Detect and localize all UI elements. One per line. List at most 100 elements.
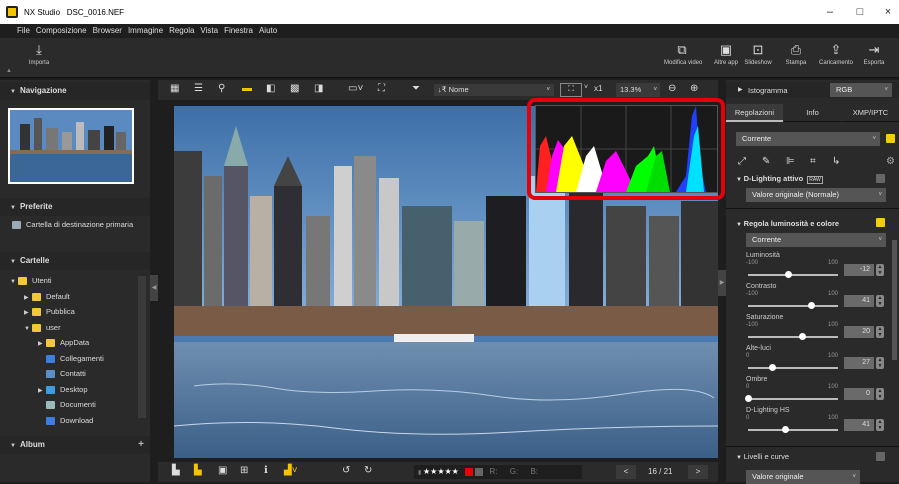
brightness-checkbox[interactable] [876,218,885,227]
filter-icon[interactable]: ⏷ [412,83,420,94]
expand-icon[interactable]: ▶ [38,340,46,347]
slider-handle[interactable] [784,271,792,278]
dlighting-select[interactable]: Valore originale (Normale) ˅ [746,188,886,202]
map-view-icon[interactable]: ⚲ [218,83,225,94]
dlighting-checkbox[interactable] [876,174,885,183]
album-header[interactable]: ▼ Album + [0,436,150,454]
expand-icon[interactable]: ▶ [24,309,32,316]
folder-item-documenti[interactable]: Documenti [38,400,96,410]
slider-track[interactable] [748,429,838,431]
menu-item-composizione[interactable]: Composizione [33,24,90,38]
right-panel-scrollbar[interactable] [892,240,897,360]
fullscreen-icon[interactable]: ⛶ [378,83,385,94]
import-button[interactable]: ⤓ Importa [24,42,54,66]
menu-item-aiuto[interactable]: Aiuto [256,24,280,38]
retouch-brush-icon[interactable]: ✎ [762,156,770,167]
zoom-out-icon[interactable]: ⊖ [668,83,676,94]
fit-dropdown-icon[interactable]: ˅ [584,84,588,91]
slider-spinner[interactable]: ▲ ▼ [876,326,884,338]
close-icon[interactable]: × [880,6,896,18]
histogram-icon[interactable]: ▟˅ [284,465,298,476]
folder-item-contatti[interactable]: Contatti [38,369,86,379]
edit-video-button[interactable]: ⧉ Modifica video [664,42,702,66]
menu-item-immagine[interactable]: Immagine [125,24,166,38]
slider-track[interactable] [748,367,838,369]
folder-item-user[interactable]: ▼ user [24,323,61,332]
slider-value-input[interactable]: 41 [844,419,874,431]
folder-item-utenti[interactable]: ▼ Utenti [10,276,52,286]
before-icon[interactable]: ▙ [172,465,180,476]
navigation-thumbnail[interactable] [8,108,134,184]
previous-image-button[interactable]: < [616,465,636,479]
navigation-header[interactable]: ▼ Navigazione [0,82,150,100]
slider-handle[interactable] [745,395,752,402]
after-icon[interactable]: ▙ [194,465,202,476]
brightness-header[interactable]: ▼ Regola luminosità e colore [736,219,839,228]
folders-header[interactable]: ▼ Cartelle [0,252,150,270]
upload-button[interactable]: ⇪ Caricamento [818,42,854,66]
menu-item-browser[interactable]: Browser [90,24,125,38]
right-panel-toggle[interactable]: ▶ [718,270,726,296]
maximize-icon[interactable]: □ [852,6,868,18]
folder-item-default[interactable]: ▶ Default [24,292,70,301]
fit-screen-icon[interactable]: ⛶ [560,83,582,97]
folder-item-collegamenti[interactable]: Collegamenti [38,354,104,363]
favorites-header[interactable]: ▼ Preferite [0,198,150,216]
single-view-icon[interactable]: ▬ [242,83,252,94]
info-overlay-icon[interactable]: ▣ [218,465,227,476]
folder-item-pubblica[interactable]: ▶ Pubblica [24,307,75,317]
menu-item-finestra[interactable]: Finestra [221,24,256,38]
menu-item-vista[interactable]: Vista [197,24,221,38]
slideshow-button[interactable]: ⊡ Slideshow [740,42,776,66]
four-view-icon[interactable]: ▩ [290,83,299,94]
other-apps-button[interactable]: ▣ Altre app [708,42,744,66]
compare-view-icon[interactable]: ◧ [266,83,275,94]
slider-track[interactable] [748,398,838,400]
adjust-preset-select[interactable]: Corrente ˅ [736,132,880,146]
brightness-preset-select[interactable]: Corrente ˅ [746,233,886,247]
grid-overlay-icon[interactable]: ⊞ [240,465,248,476]
zoom-in-icon[interactable]: ⊕ [690,83,698,94]
zoom-select[interactable]: 13.3% ˅ [616,83,660,97]
levels-header[interactable]: ▼ Livelli e curve [736,452,789,461]
favorite-item[interactable]: Cartella di destinazione primaria [12,220,133,230]
slider-value-input[interactable]: -12 [844,264,874,276]
slider-spinner[interactable]: ▲ ▼ [876,264,884,276]
minimize-icon[interactable]: – [822,6,838,18]
adjust-enable-checkbox[interactable] [886,134,895,143]
slider-value-input[interactable]: 41 [844,295,874,307]
before-after-icon[interactable]: ◨ [314,83,323,94]
slider-value-input[interactable]: 27 [844,357,874,369]
slider-value-input[interactable]: 0 [844,388,874,400]
list-view-icon[interactable]: ☰ [194,83,203,94]
slider-handle[interactable] [808,302,815,309]
label-menu-icon[interactable] [475,467,484,476]
menu-item-file[interactable]: File [14,24,33,38]
slider-handle[interactable] [769,364,777,371]
menu-item-regola[interactable]: Regola [166,24,197,38]
star-rating[interactable]: ★★★★★ [423,467,459,476]
expand-icon[interactable]: ▶ [38,387,46,394]
tab-xmpiptc[interactable]: XMP/IPTC [842,104,899,122]
tab-regolazioni[interactable]: Regolazioni [726,104,783,122]
info-icon[interactable]: ℹ [264,465,268,476]
folders-scrollbar[interactable] [138,276,146,418]
folder-item-appdata[interactable]: ▶ AppData [38,338,89,348]
perspective-icon[interactable]: ↳ [832,156,840,167]
sort-dropdown[interactable]: ↓₹ Nome ˅ [434,84,554,96]
eyedropper-icon[interactable]: ⤢ [738,156,746,167]
label-red-icon[interactable] [465,467,474,476]
zoom-multiplier[interactable]: x1 [594,84,602,93]
folder-item-desktop[interactable]: ▶ Desktop [38,385,88,394]
dlighting-header[interactable]: ▼ D-Lighting attivo RAW [736,174,823,184]
expand-icon[interactable]: ▶ [24,294,32,301]
slider-handle[interactable] [781,426,789,433]
straighten-icon[interactable]: ⊫ [786,156,795,167]
slider-spinner[interactable]: ▲ ▼ [876,419,884,431]
print-button[interactable]: ⎙ Stampa [778,42,814,66]
slider-value-input[interactable]: 20 [844,326,874,338]
add-album-icon[interactable]: + [138,436,144,454]
slider-spinner[interactable]: ▲ ▼ [876,388,884,400]
rotate-left-icon[interactable]: ↺ [342,465,350,476]
slider-track[interactable] [748,274,838,276]
